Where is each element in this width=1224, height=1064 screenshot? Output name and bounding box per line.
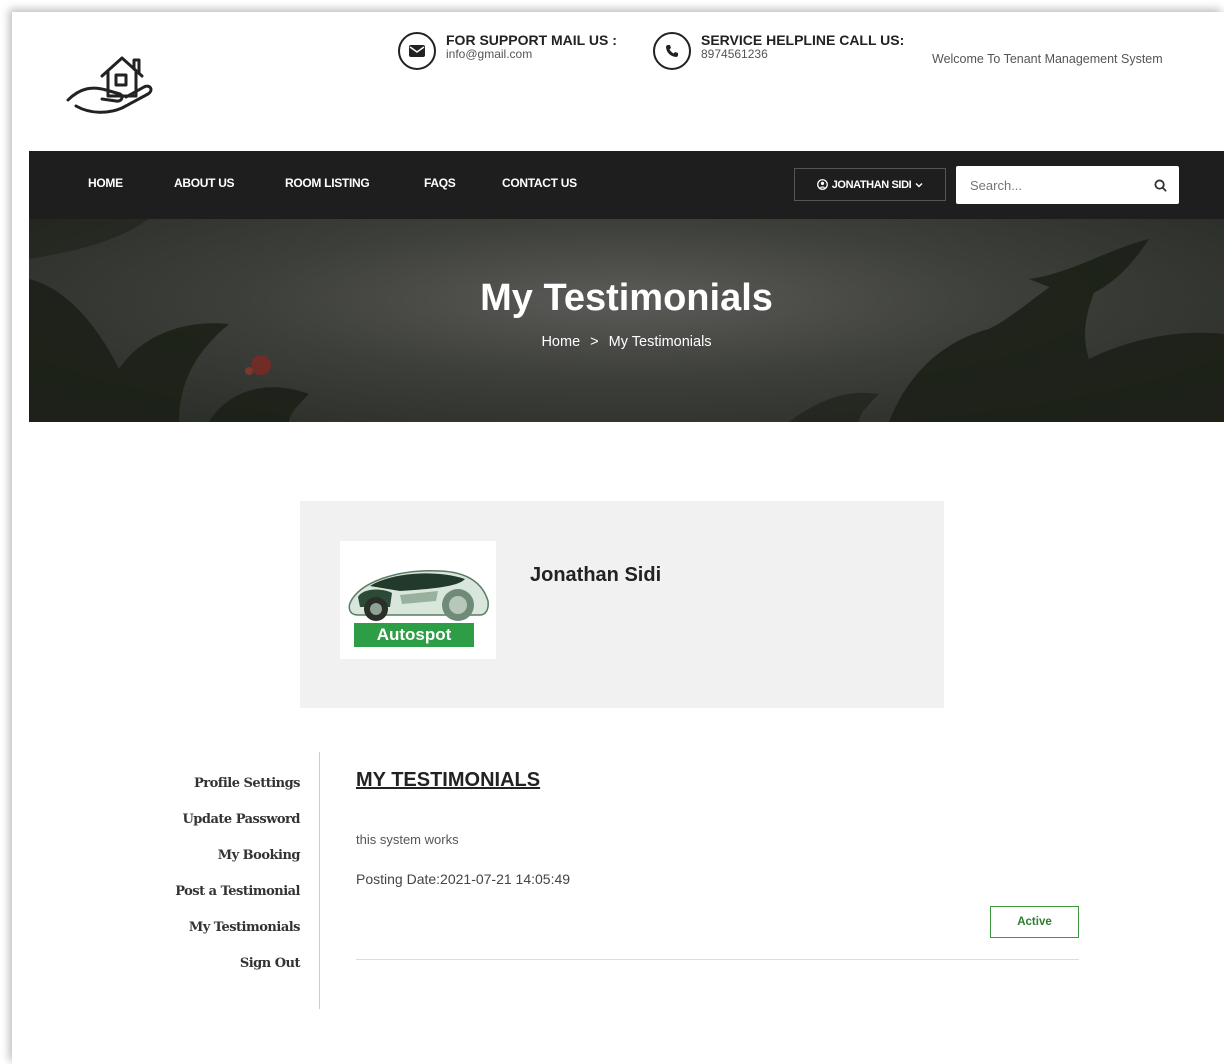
breadcrumb-home[interactable]: Home [541,334,580,350]
search-box [956,166,1179,204]
sidebar-divider [319,752,320,1009]
account-sidebar: Profile Settings Update Password My Book… [152,772,300,988]
nav-room-listing[interactable]: ROOM LISTING [285,176,370,190]
avatar: Autospot [340,541,496,659]
logo[interactable] [62,42,162,117]
breadcrumb-separator-icon: > [590,334,599,350]
nav-home[interactable]: HOME [88,176,123,190]
support-email[interactable]: info@gmail.com [446,48,617,61]
user-circle-icon [816,179,828,190]
main-navbar: HOME ABOUT US ROOM LISTING FAQS CONTACT … [29,151,1224,219]
welcome-text: Welcome To Tenant Management System [932,52,1163,66]
nav-faqs[interactable]: FAQS [424,176,456,190]
sidebar-item-my-booking[interactable]: My Booking [152,844,301,880]
user-name-label: JONATHAN SIDI [831,178,912,191]
search-icon[interactable] [1154,178,1167,192]
top-header: FOR SUPPORT MAIL US : info@gmail.com SER… [12,12,1224,151]
testimonials-heading: MY TESTIMONIALS [356,769,541,791]
sidebar-item-sign-out[interactable]: Sign Out [152,952,301,988]
banner-foliage-image [29,219,1224,422]
page-frame: FOR SUPPORT MAIL US : info@gmail.com SER… [12,12,1224,1064]
nav-contact-us[interactable]: CONTACT US [502,176,577,190]
support-mail: FOR SUPPORT MAIL US : info@gmail.com [398,32,617,70]
breadcrumb-current: My Testimonials [608,334,712,350]
avatar-caption: Autospot [376,625,452,644]
house-hand-logo-icon [66,56,153,114]
user-dropdown-button[interactable]: JONATHAN SIDI [794,168,946,201]
sidebar-item-profile-settings[interactable]: Profile Settings [152,772,301,808]
phone-icon [653,32,691,70]
page-title: My Testimonials [480,277,773,319]
testimonial-date: Posting Date:2021-07-21 14:05:49 [356,871,571,887]
service-helpline: SERVICE HELPLINE CALL US: 8974561236 [653,32,904,70]
testimonial-divider [356,959,1079,960]
nav-about-us[interactable]: ABOUT US [174,176,235,190]
page-banner: My Testimonials Home > My Testimonials [29,219,1224,422]
helpline-title: SERVICE HELPLINE CALL US: [701,32,905,48]
profile-card: Autospot Jonathan Sidi [300,501,944,708]
sidebar-item-post-testimonial[interactable]: Post a Testimonial [152,880,300,916]
helpline-number[interactable]: 8974561236 [701,48,904,61]
support-title: FOR SUPPORT MAIL US : [446,32,617,48]
search-input[interactable] [970,177,1154,193]
profile-name: Jonathan Sidi [530,564,662,586]
testimonial-text: this system works [356,832,459,847]
breadcrumb: Home > My Testimonials [29,334,1224,350]
status-badge: Active [990,906,1079,938]
sidebar-item-update-password[interactable]: Update Password [152,808,300,844]
chevron-down-icon [915,182,923,187]
sidebar-item-my-testimonials[interactable]: My Testimonials [152,916,301,952]
envelope-icon [398,32,436,70]
